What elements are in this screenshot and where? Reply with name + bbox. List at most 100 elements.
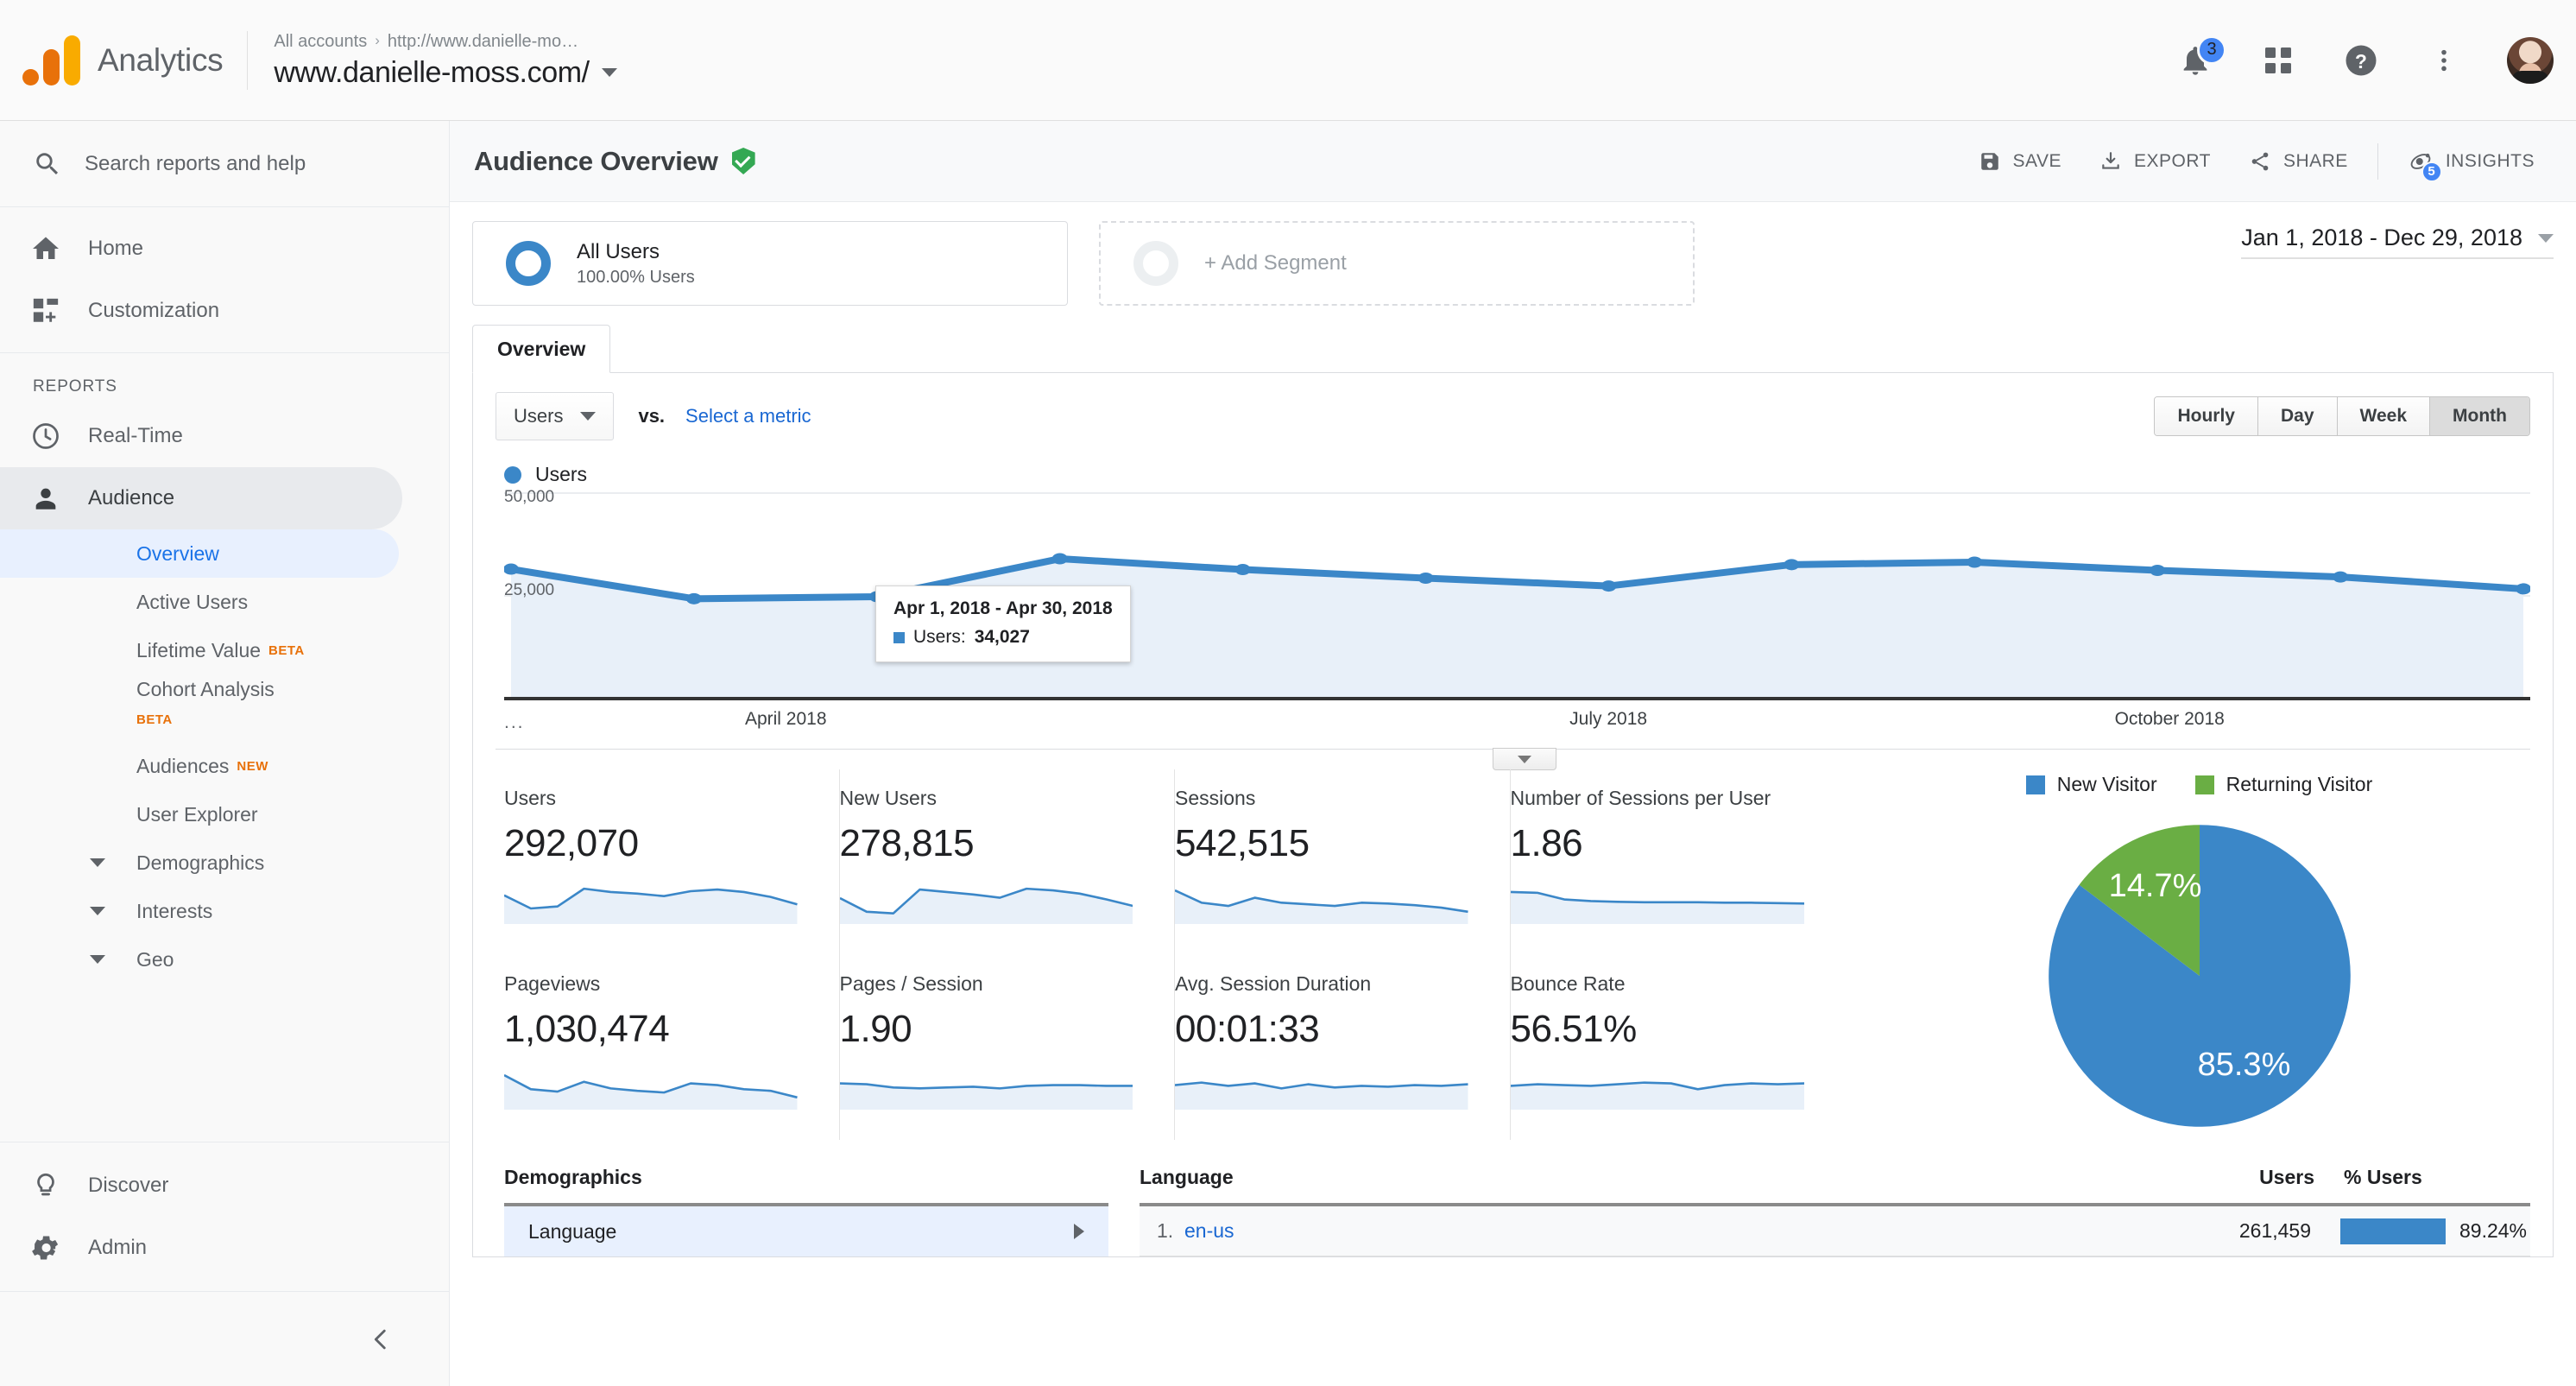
- sidebar-item-label: Admin: [88, 1236, 148, 1259]
- pie-label-returning-visitor: 14.7%: [2108, 868, 2201, 904]
- sidebar-subitem-label: Interests: [136, 899, 213, 922]
- segment-all-users[interactable]: All Users 100.00% Users: [472, 221, 1068, 306]
- users-line-chart[interactable]: 50,000 25,000 Apr 1, 2018 - Apr 30, 2018…: [473, 486, 2553, 702]
- overview-panel: Users vs. Select a metric Hourly Day Wee…: [472, 373, 2554, 1257]
- column-header-users: Users: [2259, 1166, 2314, 1188]
- breadcrumb-account[interactable]: http://www.danielle-mo…: [388, 31, 578, 52]
- insights-button[interactable]: 5 INSIGHTS: [2389, 149, 2554, 182]
- sidebar-item-customization[interactable]: Customization: [0, 280, 402, 342]
- slider-handle[interactable]: [1492, 748, 1556, 770]
- granularity-month[interactable]: Month: [2430, 397, 2529, 435]
- sidebar-subitem-label: Demographics: [136, 851, 265, 874]
- sidebar-item-home[interactable]: Home: [0, 218, 402, 280]
- brand-name: Analytics: [98, 41, 224, 78]
- property-selector[interactable]: www.danielle-moss.com/: [274, 55, 617, 90]
- chevron-down-icon[interactable]: [601, 68, 617, 77]
- sidebar-item-real-time[interactable]: Real-Time: [0, 405, 402, 467]
- kpi-value: 278,815: [839, 822, 975, 864]
- granularity-day[interactable]: Day: [2258, 397, 2338, 435]
- date-range-picker[interactable]: Jan 1, 2018 - Dec 29, 2018: [2241, 225, 2554, 259]
- tab-strip: Overview: [472, 325, 2554, 373]
- save-button[interactable]: SAVE: [1960, 150, 2080, 173]
- sidebar-item-audiences[interactable]: Audiences NEW: [0, 742, 399, 790]
- kpi-card[interactable]: Sessions 542,515: [1175, 769, 1511, 955]
- action-label: EXPORT: [2133, 150, 2211, 171]
- granularity-hourly[interactable]: Hourly: [2155, 397, 2258, 435]
- sidebar-item-overview[interactable]: Overview: [0, 529, 399, 578]
- visitor-type-pie-chart[interactable]: New Visitor Returning Visitor 85.3% 14.7…: [1846, 769, 2553, 1140]
- sidebar-item-active-users[interactable]: Active Users: [0, 578, 399, 626]
- action-label: SAVE: [2012, 150, 2061, 171]
- table-row[interactable]: 1. en-us 261,459 89.24%: [1140, 1203, 2530, 1256]
- export-button[interactable]: EXPORT: [2080, 150, 2230, 173]
- download-icon: [2102, 151, 2119, 169]
- language-column: Language Users % Users 1. en-us 261,459: [1140, 1166, 2530, 1256]
- insights-badge: 5: [2421, 161, 2442, 182]
- primary-metric-label: Users: [514, 405, 564, 427]
- chart-data-point: [2333, 571, 2349, 583]
- collapse-sidebar-button[interactable]: [0, 1291, 449, 1386]
- legend-swatch-icon: [2025, 775, 2045, 794]
- kpi-card[interactable]: Pageviews 1,030,474: [504, 954, 840, 1140]
- line-chart-svg: [504, 492, 2530, 700]
- kpi-card[interactable]: Users 292,070: [504, 769, 840, 955]
- more-options-icon[interactable]: [2424, 41, 2464, 80]
- sidebar-item-audience[interactable]: Audience: [0, 467, 402, 529]
- kpi-sparkline: [839, 876, 1133, 924]
- avatar[interactable]: [2507, 36, 2554, 84]
- sidebar-item-interests[interactable]: Interests: [0, 887, 399, 935]
- kpi-card[interactable]: New Users 278,815: [839, 769, 1175, 955]
- chart-data-point: [2150, 564, 2166, 576]
- help-icon[interactable]: ?: [2341, 41, 2381, 80]
- kpi-label: Avg. Session Duration: [1175, 971, 1372, 995]
- kpi-sparkline: [1175, 1061, 1468, 1110]
- chart-data-point: [1601, 580, 1617, 592]
- metric-controls: Users vs. Select a metric Hourly Day Wee…: [473, 373, 2553, 440]
- account-selector[interactable]: All accounts › http://www.danielle-mo… w…: [274, 31, 617, 90]
- notifications-button[interactable]: 3: [2175, 35, 2226, 80]
- granularity-week[interactable]: Week: [2337, 397, 2431, 435]
- sidebar-item-label: Home: [88, 237, 144, 260]
- row-language-link[interactable]: en-us: [1184, 1219, 1234, 1243]
- date-range-label: Jan 1, 2018 - Dec 29, 2018: [2241, 225, 2522, 250]
- breadcrumb-root[interactable]: All accounts: [274, 31, 367, 52]
- top-actions: 3 ?: [2175, 35, 2554, 84]
- kpi-card[interactable]: Number of Sessions per User 1.86: [1510, 769, 1847, 955]
- sidebar-subitem-label: Audiences: [136, 754, 230, 777]
- property-name: www.danielle-moss.com/: [274, 55, 590, 89]
- share-button[interactable]: SHARE: [2230, 150, 2367, 173]
- sidebar-item-cohort-analysis[interactable]: Cohort Analysis BETA: [0, 674, 399, 742]
- chart-data-point: [685, 592, 702, 604]
- apps-grid-icon[interactable]: [2258, 41, 2298, 80]
- sidebar-item-lifetime-value[interactable]: Lifetime Value BETA: [0, 626, 399, 674]
- primary-metric-select[interactable]: Users: [496, 392, 615, 440]
- sidebar-item-demographics[interactable]: Demographics: [0, 839, 399, 887]
- kpi-card[interactable]: Bounce Rate 56.51%: [1510, 955, 1847, 1141]
- segment-donut-icon: [506, 241, 551, 286]
- sidebar-item-user-explorer[interactable]: User Explorer: [0, 790, 399, 839]
- x-tick-july: July 2018: [1569, 709, 1648, 729]
- chart-range-slider[interactable]: [496, 748, 2530, 770]
- search-input[interactable]: Search reports and help: [0, 121, 449, 207]
- google-analytics-logo-icon: [22, 35, 80, 85]
- kpi-label: Sessions: [1175, 787, 1256, 809]
- chart-data-point: [1051, 553, 1068, 565]
- sidebar-item-admin[interactable]: Admin: [0, 1217, 402, 1279]
- x-tick-april: April 2018: [744, 709, 827, 729]
- pie-label-new-visitor: 85.3%: [2197, 1047, 2290, 1083]
- select-a-metric-link[interactable]: Select a metric: [685, 405, 811, 427]
- legend-dot-users: [504, 465, 521, 484]
- add-segment-button[interactable]: + Add Segment: [1099, 221, 1695, 306]
- sidebar-subitem-label: Overview: [136, 541, 219, 565]
- app-body: Search reports and help Home Customizati…: [0, 121, 2576, 1386]
- kpi-label: New Users: [839, 787, 937, 809]
- breadcrumb-separator-icon: ›: [375, 32, 380, 49]
- sidebar-item-discover[interactable]: Discover: [0, 1155, 402, 1217]
- sidebar-item-geo[interactable]: Geo: [0, 935, 399, 984]
- tab-overview[interactable]: Overview: [472, 325, 611, 373]
- demographics-row-language[interactable]: Language: [504, 1203, 1108, 1256]
- kpi-card[interactable]: Avg. Session Duration 00:01:33: [1175, 954, 1511, 1140]
- kpi-card[interactable]: Pages / Session 1.90: [839, 954, 1175, 1140]
- demographics-column: Demographics Language: [504, 1166, 1108, 1256]
- kpi-zone: Users 292,070 New Users 278,815 Sessions 542,…: [473, 750, 2553, 1140]
